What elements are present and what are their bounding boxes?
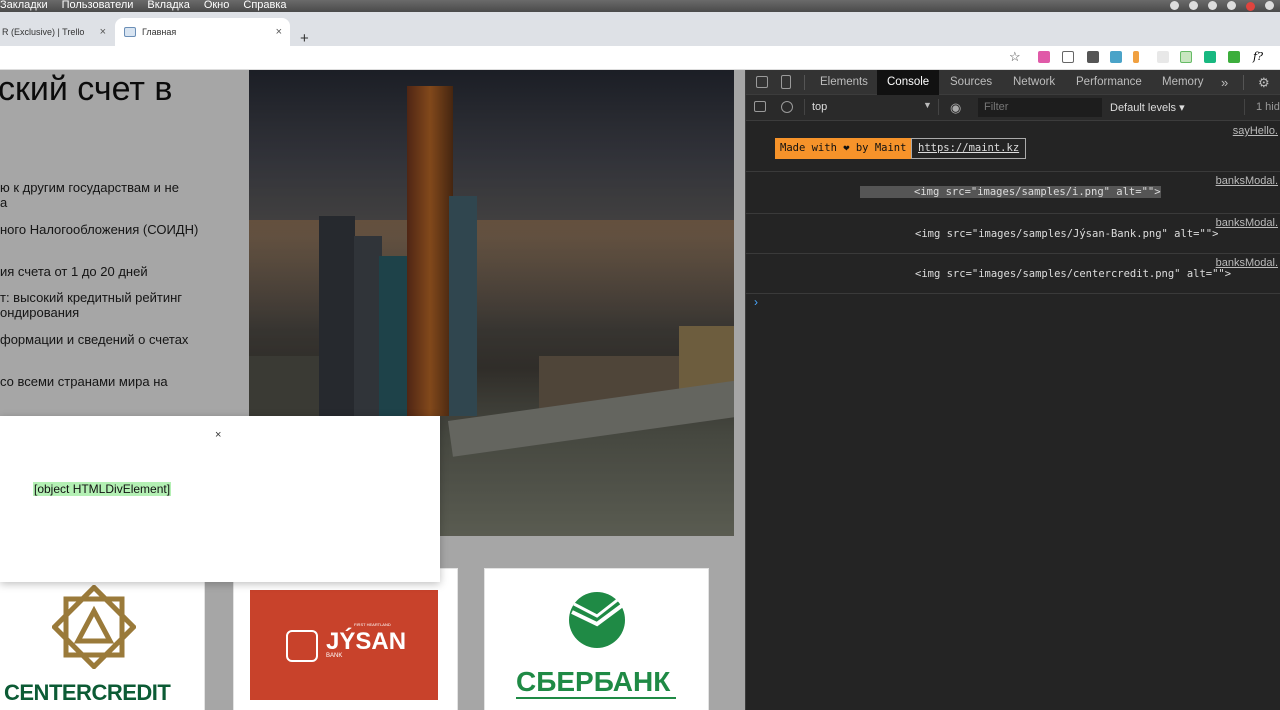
console-toolbar: top ▼ ◉ Filter Default levels ▾ 1 hid — [746, 95, 1280, 121]
maint-badge: Made with ❤ by Maint — [775, 138, 912, 159]
log-message[interactable]: <img src="images/samples/Jýsan-Bank.png"… — [915, 228, 1218, 240]
leaf-icon[interactable] — [1265, 1, 1274, 10]
elephant-icon[interactable] — [1227, 1, 1236, 10]
context-select[interactable]: top — [812, 101, 827, 113]
sidebar-toggle-icon[interactable] — [754, 101, 766, 112]
console-log-row: sayHello. Made with ❤ by Maint https://m… — [746, 122, 1280, 172]
macos-menu-bar: Закладки Пользователи Вкладка Окно Справ… — [0, 0, 1280, 12]
green-extension-icon[interactable] — [1204, 51, 1216, 63]
notification-icon[interactable] — [1208, 1, 1217, 10]
more-tabs-icon[interactable]: » — [1221, 70, 1228, 95]
image-extension-icon[interactable] — [1110, 51, 1122, 63]
tab-network[interactable]: Network — [1013, 70, 1055, 95]
log-source-link[interactable]: sayHello. — [1233, 125, 1278, 137]
console-log-row: banksModal. <img src="images/samples/i.p… — [746, 172, 1280, 214]
notification-badge-icon[interactable] — [1246, 2, 1255, 11]
move-extension-icon[interactable] — [1062, 51, 1074, 63]
download-extension-icon[interactable] — [1228, 51, 1240, 63]
jysan-logo: JÝSAN BANK FIRST HEARTLAND — [250, 590, 438, 700]
console-filter-input[interactable]: Filter — [978, 98, 1102, 117]
context-dropdown-icon[interactable]: ▼ — [923, 100, 932, 110]
menu-tab[interactable]: Вкладка — [147, 0, 189, 11]
tab-main[interactable]: Главная × — [115, 18, 290, 46]
maint-link[interactable]: https://maint.kz — [911, 138, 1027, 159]
jysan-logo-text: JÝSAN — [326, 628, 407, 655]
console-log-row: banksModal. <img src="images/samples/Jýs… — [746, 214, 1280, 254]
eyedropper-extension-icon[interactable] — [1087, 51, 1099, 63]
menu-bookmarks[interactable]: Закладки — [0, 0, 48, 11]
log-levels-dropdown[interactable]: Default levels ▾ — [1110, 101, 1185, 114]
web-page: ский счет в ю к другим государствам и не… — [0, 70, 745, 710]
tab-console[interactable]: Console — [877, 70, 940, 95]
tab-close-icon[interactable]: × — [276, 26, 282, 38]
tab-close-icon[interactable]: × — [100, 26, 106, 38]
tab-label: Главная — [142, 27, 177, 37]
new-tab-button[interactable]: + — [300, 30, 309, 47]
log-source-link[interactable]: banksModal. — [1216, 175, 1278, 187]
log-message[interactable]: <img src="images/samples/centercredit.pn… — [915, 268, 1231, 280]
device-toolbar-icon[interactable] — [781, 75, 791, 89]
tab-sources[interactable]: Sources — [950, 70, 992, 95]
tab-memory[interactable]: Memory — [1162, 70, 1204, 95]
devtools-tab-bar: Elements Console Sources Network Perform… — [746, 70, 1280, 95]
modal-close-icon[interactable]: × — [215, 429, 221, 441]
inspect-element-icon[interactable] — [756, 76, 768, 88]
settings-gear-icon[interactable]: ⚙ — [1258, 70, 1270, 95]
clear-console-icon[interactable] — [781, 101, 793, 113]
log-message[interactable]: <img src="images/samples/i.png" alt=""> — [860, 186, 1161, 198]
extension-icon[interactable] — [1038, 51, 1050, 63]
hidden-count: 1 hid — [1256, 101, 1280, 113]
centercredit-logo-icon — [52, 585, 136, 669]
browser-tab-strip: R (Exclusive) | Trello × Главная × + — [0, 12, 1280, 47]
jysan-logo-small: FIRST HEARTLAND — [354, 622, 391, 627]
page-favicon-icon — [124, 27, 136, 37]
menu-window[interactable]: Окно — [204, 0, 230, 11]
flag-extension-icon[interactable] — [1133, 51, 1139, 63]
bookmark-star-icon[interactable]: ☆ — [1009, 49, 1021, 65]
menu-users[interactable]: Пользователи — [62, 0, 134, 11]
console-prompt-icon[interactable]: › — [754, 295, 758, 309]
banks-modal: × [object HTMLDivElement] — [0, 416, 440, 582]
jysan-logo-icon — [286, 630, 318, 662]
tab-elements[interactable]: Elements — [820, 70, 868, 95]
log-source-link[interactable]: banksModal. — [1216, 217, 1278, 229]
sheet-extension-icon[interactable] — [1180, 51, 1192, 63]
centercredit-logo-text: CENTERCREDIT — [4, 680, 171, 705]
eye-icon[interactable]: ◉ — [950, 100, 961, 116]
tab-performance[interactable]: Performance — [1076, 70, 1142, 95]
sberbank-logo-text: СБЕРБАНК — [516, 666, 671, 697]
jysan-logo-sub: BANK — [326, 653, 343, 659]
tab-label: R (Exclusive) | Trello — [2, 27, 85, 37]
tab-trello[interactable]: R (Exclusive) | Trello × — [0, 18, 114, 46]
console-log-row: banksModal. <img src="images/samples/cen… — [746, 254, 1280, 294]
menu-help[interactable]: Справка — [243, 0, 286, 11]
modal-message: [object HTMLDivElement] — [33, 482, 172, 496]
fq-extension-icon[interactable]: f? — [1253, 50, 1263, 63]
sberbank-underline — [516, 697, 676, 699]
system-tray — [1170, 0, 1274, 11]
browser-toolbar: ☆ f? — [0, 46, 1280, 70]
creative-cloud-icon[interactable] — [1170, 1, 1179, 10]
bag-icon[interactable] — [1189, 1, 1198, 10]
devtools-panel: Elements Console Sources Network Perform… — [745, 70, 1280, 710]
sberbank-logo-icon — [569, 592, 626, 648]
blank-extension-icon[interactable] — [1157, 51, 1169, 63]
